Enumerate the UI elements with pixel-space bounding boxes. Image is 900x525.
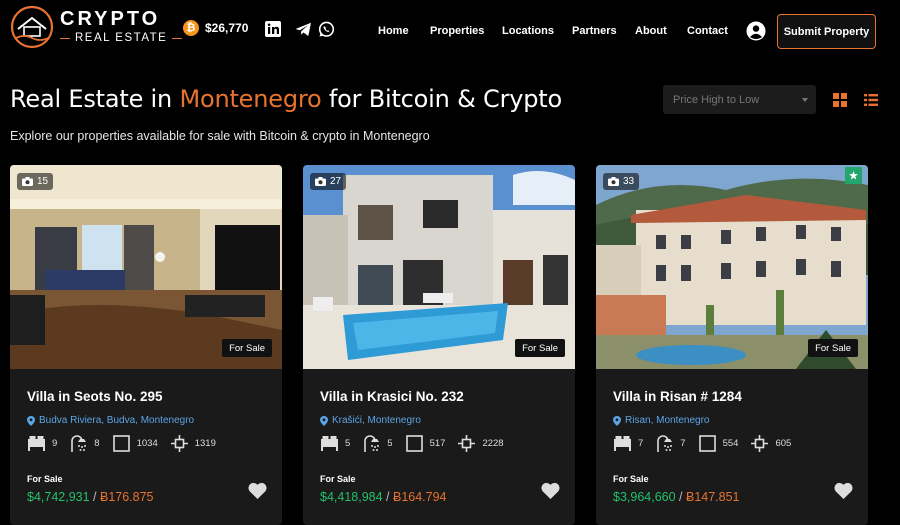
area-value: 517 xyxy=(429,438,446,449)
telegram-icon[interactable] xyxy=(294,20,312,38)
brand-title: CRYPTO xyxy=(60,8,161,30)
plot-icon xyxy=(750,435,769,452)
plot-icon xyxy=(457,435,476,452)
map-pin-icon xyxy=(613,415,621,426)
property-card[interactable]: 15 For Sale Villa in Seots No. 295 Budva… xyxy=(10,165,282,525)
beds-value: 9 xyxy=(52,438,58,449)
shower-icon xyxy=(362,435,381,452)
property-features: 5 5 517 2228 xyxy=(320,435,516,452)
linkedin-icon[interactable] xyxy=(264,20,282,38)
property-photo[interactable]: 27 For Sale xyxy=(303,165,575,369)
logo-icon[interactable] xyxy=(8,5,56,49)
heart-icon[interactable] xyxy=(541,482,560,499)
nav-about[interactable]: About xyxy=(635,25,667,37)
sale-badge: For Sale xyxy=(808,339,858,357)
baths-value: 5 xyxy=(387,438,393,449)
property-location[interactable]: Risan, Montenegro xyxy=(613,415,710,426)
star-icon xyxy=(849,171,858,180)
sort-select[interactable]: Price High to Low xyxy=(663,85,816,114)
camera-icon xyxy=(608,177,619,186)
map-pin-icon xyxy=(27,415,35,426)
plot-value: 605 xyxy=(775,438,792,449)
btc-ticker: ₿ $26,770 xyxy=(183,20,248,36)
baths-value: 8 xyxy=(94,438,100,449)
bed-icon xyxy=(613,435,632,452)
brand-subtitle: REAL ESTATE xyxy=(60,32,183,45)
area-icon xyxy=(112,435,131,452)
property-title[interactable]: Villa in Seots No. 295 xyxy=(27,389,163,404)
nav-locations[interactable]: Locations xyxy=(502,25,554,37)
property-price: $3,964,660 / Ƀ147.851 xyxy=(613,490,740,504)
btc-price: $26,770 xyxy=(205,21,249,35)
listing-status: For Sale xyxy=(613,474,649,484)
nav-contact[interactable]: Contact xyxy=(687,25,728,37)
property-photo[interactable]: 33 For Sale xyxy=(596,165,868,369)
property-location[interactable]: Budva Riviera, Budva, Montenegro xyxy=(27,415,194,426)
property-location[interactable]: Krašići, Montenegro xyxy=(320,415,421,426)
plot-value: 2228 xyxy=(482,438,504,449)
plot-value: 1319 xyxy=(194,438,216,449)
plot-icon xyxy=(170,435,189,452)
chevron-down-icon xyxy=(802,98,808,102)
nav-partners[interactable]: Partners xyxy=(572,25,617,37)
property-features: 7 7 554 605 xyxy=(613,435,803,452)
whatsapp-icon[interactable] xyxy=(317,20,335,38)
brand-name[interactable]: CRYPTO REAL ESTATE xyxy=(60,8,183,45)
sort-selected-value: Price High to Low xyxy=(673,93,760,106)
shower-icon xyxy=(69,435,88,452)
area-icon xyxy=(698,435,717,452)
property-photo[interactable]: 15 For Sale xyxy=(10,165,282,369)
nav-home[interactable]: Home xyxy=(378,25,409,37)
camera-icon xyxy=(315,177,326,186)
property-title[interactable]: Villa in Krasici No. 232 xyxy=(320,389,464,404)
property-card[interactable]: 27 For Sale Villa in Krasici No. 232 Kra… xyxy=(303,165,575,525)
map-pin-icon xyxy=(320,415,328,426)
camera-icon xyxy=(22,177,33,186)
photo-count-badge: 15 xyxy=(17,173,54,190)
area-value: 554 xyxy=(722,438,739,449)
user-icon[interactable] xyxy=(746,21,766,41)
property-card[interactable]: 33 For Sale Villa in Risan # 1284 Risan,… xyxy=(596,165,868,525)
area-icon xyxy=(405,435,424,452)
list-view-icon[interactable] xyxy=(864,93,878,107)
property-price: $4,418,984 / Ƀ164.794 xyxy=(320,490,447,504)
photo-count-badge: 33 xyxy=(603,173,640,190)
beds-value: 7 xyxy=(638,438,644,449)
bed-icon xyxy=(320,435,339,452)
shower-icon xyxy=(655,435,674,452)
sale-badge: For Sale xyxy=(222,339,272,357)
property-features: 9 8 1034 1319 xyxy=(27,435,228,452)
baths-value: 7 xyxy=(680,438,686,449)
listing-status: For Sale xyxy=(320,474,356,484)
beds-value: 5 xyxy=(345,438,351,449)
property-price: $4,742,931 / Ƀ176.875 xyxy=(27,490,154,504)
page-subtitle: Explore our properties available for sal… xyxy=(10,129,430,143)
property-title[interactable]: Villa in Risan # 1284 xyxy=(613,389,742,404)
bitcoin-icon: ₿ xyxy=(183,20,199,36)
nav-properties[interactable]: Properties xyxy=(430,25,484,37)
heart-icon[interactable] xyxy=(248,482,267,499)
listing-status: For Sale xyxy=(27,474,63,484)
bed-icon xyxy=(27,435,46,452)
area-value: 1034 xyxy=(136,438,158,449)
grid-view-icon[interactable] xyxy=(833,93,847,107)
sale-badge: For Sale xyxy=(515,339,565,357)
submit-property-button[interactable]: Submit Property xyxy=(777,14,876,49)
heart-icon[interactable] xyxy=(834,482,853,499)
featured-badge xyxy=(845,167,862,184)
top-header: CRYPTO REAL ESTATE ₿ $26,770 Home Proper… xyxy=(0,0,900,64)
photo-count-badge: 27 xyxy=(310,173,347,190)
page-title: Real Estate in Montenegro for Bitcoin & … xyxy=(10,85,562,113)
